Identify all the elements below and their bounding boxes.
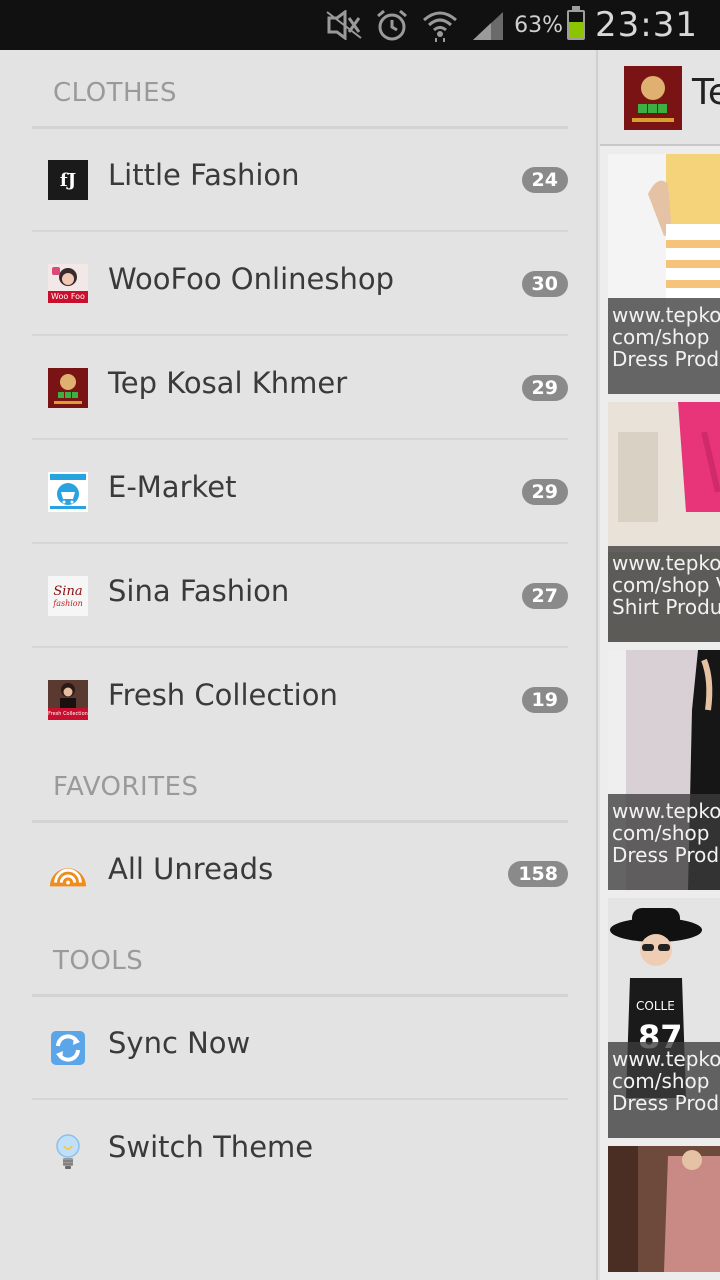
feed-item-fresh-collection[interactable]: Fresh Collection Fresh Collection 19 [32, 648, 568, 752]
section-header-clothes: CLOTHES [53, 78, 178, 108]
feed-item-sina-fashion[interactable]: Sina fashion Sina Fashion 27 [32, 544, 568, 648]
article-caption: www.tepko com/shop Dress Prod [608, 1042, 720, 1138]
unread-count-badge: 27 [521, 583, 568, 609]
feed-item-little-fashion[interactable]: fJ Little Fashion 24 [32, 128, 568, 232]
sync-now-button[interactable]: Sync Now [32, 996, 568, 1100]
article-caption: www.tepko com/shop V Shirt Produ [608, 546, 720, 642]
signal-icon [468, 0, 508, 50]
sync-icon [48, 1028, 88, 1068]
unread-count-badge: 19 [521, 687, 568, 713]
feed-item-label: WooFoo Onlineshop [108, 262, 394, 296]
svg-text:COLLE: COLLE [636, 999, 675, 1013]
switch-theme-button[interactable]: Switch Theme [32, 1100, 568, 1204]
section-header-tools: TOOLS [53, 946, 144, 976]
sina-fashion-logo-icon: Sina fashion [48, 576, 88, 616]
feed-item-label: Little Fashion [108, 158, 300, 192]
little-fashion-logo-icon: fJ [48, 160, 88, 200]
article-card[interactable]: www.tepko com/shop Dress Prod [608, 154, 720, 394]
e-market-logo-icon [48, 472, 88, 512]
mute-icon [324, 0, 364, 50]
battery-icon [567, 6, 586, 40]
clock: 23:31 [595, 5, 698, 45]
feed-title: Te [692, 72, 720, 113]
feed-item-label: All Unreads [108, 852, 274, 886]
feed-item-label: E-Market [108, 470, 237, 504]
navigation-drawer: CLOTHES fJ Little Fashion 24 Woo Foo Woo… [0, 50, 598, 1280]
battery-level-fill [569, 21, 584, 38]
alarm-icon [372, 0, 412, 50]
feed-item-woofoo-onlineshop[interactable]: Woo Foo WooFoo Onlineshop 30 [32, 232, 568, 336]
tep-kosal-header-logo[interactable] [624, 66, 682, 130]
wifi-icon [420, 0, 460, 50]
feed-item-label: Tep Kosal Khmer [108, 366, 348, 400]
fresh-collection-logo-icon: Fresh Collection [48, 680, 88, 720]
woofoo-logo-icon: Woo Foo [48, 264, 88, 304]
unread-count-badge: 30 [521, 271, 568, 297]
rss-icon [48, 854, 88, 894]
battery-percent: 63% [514, 12, 564, 38]
switch-theme-label: Switch Theme [108, 1130, 314, 1164]
feed-item-label: Sina Fashion [108, 574, 290, 608]
article-card[interactable]: COLLE 87 www.tepko com/shop Dress Prod [608, 898, 720, 1138]
article-card[interactable] [608, 1146, 720, 1272]
lightbulb-icon [48, 1132, 88, 1172]
article-image [608, 1146, 720, 1272]
tep-kosal-logo-icon [48, 368, 88, 408]
article-caption: www.tepko com/shop Dress Prod [608, 794, 720, 890]
article-caption: www.tepko com/shop Dress Prod [608, 298, 720, 394]
feed-item-all-unreads[interactable]: All Unreads 158 [32, 822, 568, 926]
unread-count-badge: 29 [521, 375, 568, 401]
feed-item-tep-kosal-khmer[interactable]: Tep Kosal Khmer 29 [32, 336, 568, 440]
feed-item-label: Fresh Collection [108, 678, 338, 712]
feed-item-e-market[interactable]: E-Market 29 [32, 440, 568, 544]
article-card[interactable]: www.tepko com/shop Dress Prod [608, 650, 720, 890]
article-card[interactable]: www.tepko com/shop V Shirt Produ [608, 402, 720, 642]
feed-content-pane[interactable]: Te www.tepko com/shop Dress Prod www.tep… [600, 50, 720, 1280]
sync-now-label: Sync Now [108, 1026, 251, 1060]
unread-count-badge: 158 [508, 861, 568, 887]
content-header: Te [600, 50, 720, 146]
status-bar: 63% 23:31 [0, 0, 720, 50]
section-header-favorites: FAVORITES [53, 772, 199, 802]
unread-count-badge: 29 [521, 479, 568, 505]
unread-count-badge: 24 [521, 167, 568, 193]
